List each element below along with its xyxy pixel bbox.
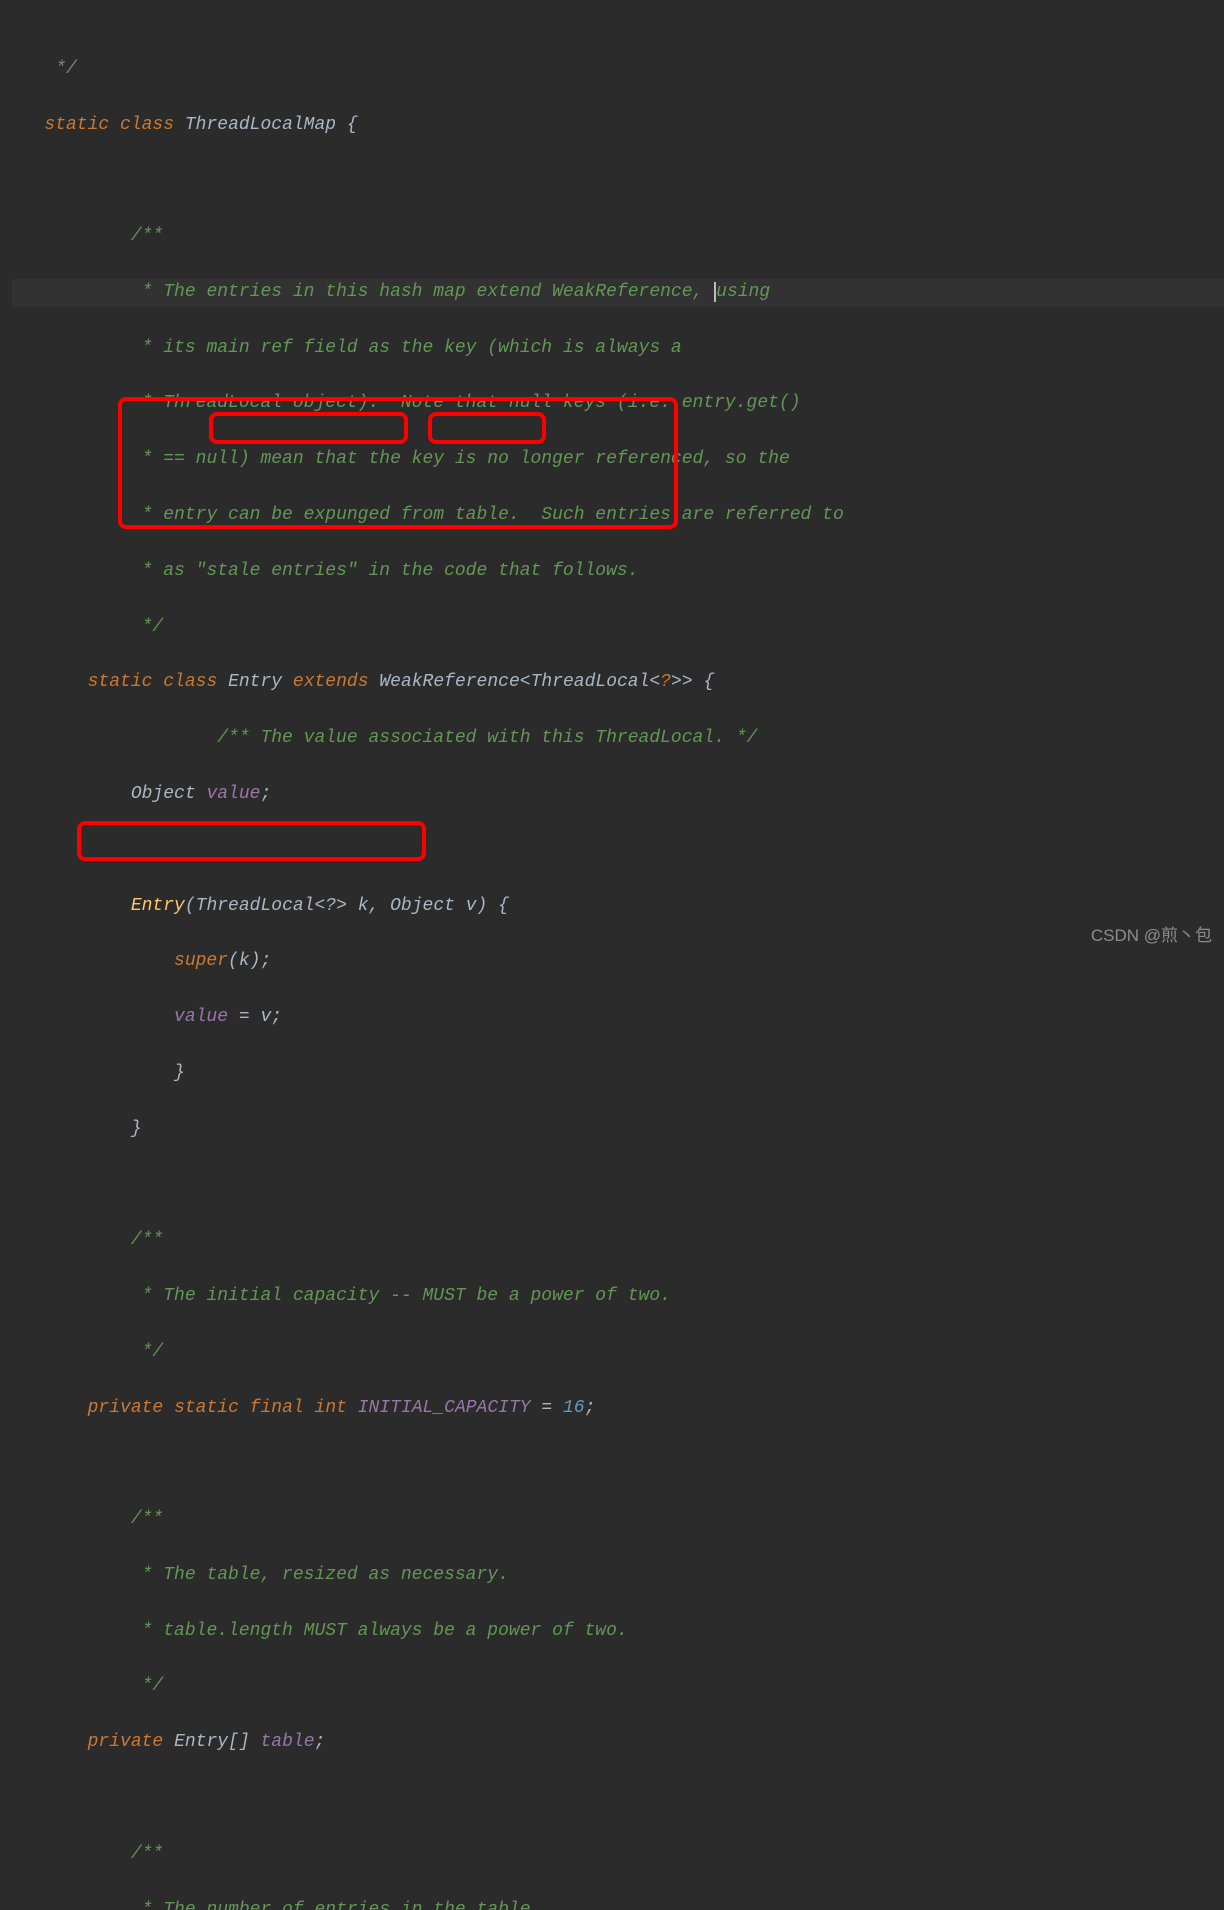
code-line: static class ThreadLocalMap { (12, 112, 1224, 140)
code-line: private static final int INITIAL_CAPACIT… (12, 1395, 1224, 1423)
code-line: /** The value associated with this Threa… (12, 725, 1224, 753)
code-line: private Entry[] table; (12, 1729, 1224, 1757)
code-line (12, 1450, 1224, 1478)
code-line: * ThreadLocal object). Note that null ke… (12, 390, 1224, 418)
code-line-current: * The entries in this hash map extend We… (12, 279, 1224, 307)
code-line: } (12, 1116, 1224, 1144)
code-line: /** (12, 1227, 1224, 1255)
code-line (12, 167, 1224, 195)
code-line: * The number of entries in the table. (12, 1897, 1224, 1910)
code-line: value = v; (12, 1004, 1224, 1032)
code-line: */ (12, 614, 1224, 642)
code-line: * table.length MUST always be a power of… (12, 1618, 1224, 1646)
code-line: * == null) mean that the key is no longe… (12, 446, 1224, 474)
code-line: static class Entry extends WeakReference… (12, 669, 1224, 697)
code-line: /** (12, 1841, 1224, 1869)
code-line: * The initial capacity -- MUST be a powe… (12, 1283, 1224, 1311)
code-line: */ (12, 1673, 1224, 1701)
code-line: } (12, 1060, 1224, 1088)
watermark-text: CSDN @煎丶包 (1091, 923, 1212, 949)
code-line: * as "stale entries" in the code that fo… (12, 558, 1224, 586)
code-line (12, 837, 1224, 865)
code-line (12, 1171, 1224, 1199)
code-line: * its main ref field as the key (which i… (12, 335, 1224, 363)
code-line: Entry(ThreadLocal<?> k, Object v) { (12, 893, 1224, 921)
code-line: * The table, resized as necessary. (12, 1562, 1224, 1590)
code-line: /** (12, 223, 1224, 251)
code-editor[interactable]: */ static class ThreadLocalMap { /** * T… (0, 0, 1224, 1910)
code-line: Object value; (12, 781, 1224, 809)
code-line: * entry can be expunged from table. Such… (12, 502, 1224, 530)
code-line (12, 1785, 1224, 1813)
code-line: */ (12, 1339, 1224, 1367)
code-line: super(k); (12, 948, 1224, 976)
code-line: /** (12, 1506, 1224, 1534)
code-line: */ (12, 56, 1224, 84)
